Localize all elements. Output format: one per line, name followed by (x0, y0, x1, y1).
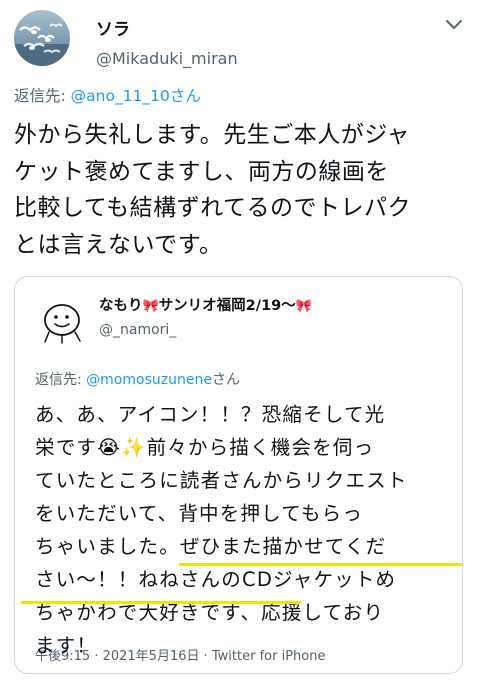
author-avatar[interactable] (14, 10, 70, 66)
author-display-name[interactable]: ソラ (96, 20, 130, 40)
highlight-underline (21, 601, 301, 604)
author-handle[interactable]: @Mikaduki_miran (96, 50, 238, 68)
smiley-doodle-avatar (44, 304, 81, 344)
ribbon-emoji-icon: 🎀 (295, 299, 312, 314)
quoted-tweet-card[interactable]: なもり🎀サンリオ福岡2/19〜🎀 @_namori_ 返信先: @momosuz… (14, 276, 463, 674)
reply-suffix: さん (169, 87, 201, 105)
quote-reply-mention-link[interactable]: @momosuzunene (86, 372, 212, 388)
quote-author-handle[interactable]: @_namori_ (99, 321, 176, 339)
quote-text: あ、あ、アイコン！！？恐縮そして光 栄です😭✨前々から描く機会を伺っ ていたとこ… (35, 403, 408, 657)
reply-prefix: 返信先: (14, 87, 71, 105)
quote-author-display-name[interactable]: なもり🎀サンリオ福岡2/19〜🎀 (99, 297, 312, 316)
quote-reply-prefix: 返信先: (35, 372, 87, 388)
ribbon-emoji-icon: 🎀 (142, 299, 159, 314)
highlight-underline (179, 563, 462, 566)
quote-reply-context: 返信先: @momosuzuneneさん (35, 371, 240, 389)
quote-name-middle: サンリオ福岡2/19〜 (158, 298, 296, 314)
quote-reply-suffix: さん (211, 372, 240, 388)
author-row: ソラ @Mikaduki_miran (14, 10, 466, 68)
tweet-text: 外から失礼します。先生ご本人がジャ ケット褒めてますし、両方の線画を 比較しても… (14, 122, 411, 258)
chevron-down-icon[interactable] (442, 12, 466, 36)
quote-name-prefix: なもり (99, 298, 143, 314)
reply-context: 返信先: @ano_11_10さん (14, 86, 201, 106)
tweet: ソラ @Mikaduki_miran 返信先: @ano_11_10さん 外から… (0, 0, 480, 681)
reply-mention-link[interactable]: @ano_11_10 (71, 87, 170, 105)
seagulls-photo-avatar (14, 23, 70, 66)
